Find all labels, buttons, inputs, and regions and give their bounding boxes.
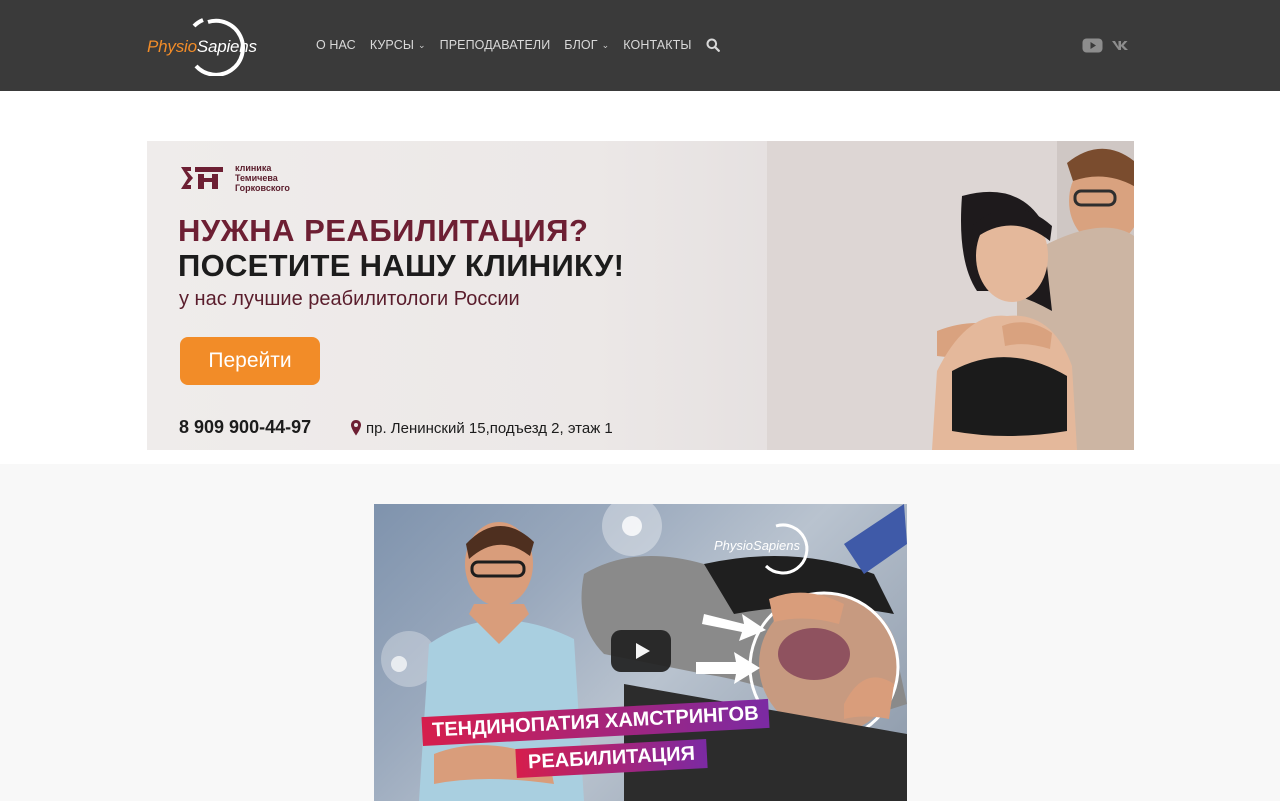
clinic-name: клиника Темичева Горковского <box>235 163 290 193</box>
clinic-ad-banner[interactable]: клиника Темичева Горковского НУЖНА РЕАБИ… <box>147 141 1134 450</box>
nav-item-blog[interactable]: БЛОГ ⌄ <box>564 38 609 52</box>
video-player[interactable]: PhysioSapiens ТЕНДИНОПАТИЯ ХАМСТРИНГОВ Р… <box>374 504 907 801</box>
nav-item-label: О НАС <box>316 38 356 52</box>
play-button[interactable] <box>611 630 671 672</box>
location-pin-icon <box>351 420 361 436</box>
vk-icon[interactable] <box>1111 36 1132 54</box>
clinic-address: пр. Ленинский 15,подъезд 2, этаж 1 <box>366 420 613 437</box>
chevron-down-icon: ⌄ <box>601 39 610 50</box>
clinic-logo-icon <box>181 167 223 189</box>
logo-text-physio: Physio <box>147 37 197 56</box>
video-logo-text: PhysioSapiens <box>714 538 800 553</box>
chevron-down-icon: ⌄ <box>417 39 426 50</box>
nav-item-courses[interactable]: КУРСЫ ⌄ <box>370 38 426 52</box>
main-nav: О НАС КУРСЫ ⌄ ПРЕПОДАВАТЕЛИ БЛОГ ⌄ КОНТАКТ… <box>316 36 721 54</box>
search-icon[interactable] <box>706 38 721 52</box>
banner-section: клиника Темичева Горковского НУЖНА РЕАБИ… <box>0 91 1280 464</box>
site-header: PhysioSapiens О НАС КУРСЫ ⌄ ПРЕПОДАВАТЕЛИ… <box>0 0 1280 91</box>
nav-item-teachers[interactable]: ПРЕПОДАВАТЕЛИ <box>440 38 551 52</box>
youtube-icon[interactable] <box>1082 36 1103 54</box>
banner-headline-secondary: ПОСЕТИТЕ НАШУ КЛИНИКУ! <box>178 248 625 283</box>
site-logo[interactable]: PhysioSapiens <box>146 14 272 76</box>
banner-headline: НУЖНА РЕАБИЛИТАЦИЯ? <box>178 213 589 248</box>
nav-item-label: КУРСЫ <box>369 38 414 52</box>
nav-item-about[interactable]: О НАС <box>316 38 356 52</box>
nav-item-label: ПРЕПОДАВАТЕЛИ <box>439 38 551 52</box>
nav-item-label: БЛОГ <box>564 38 598 52</box>
logo-text-sapiens: Sapiens <box>196 37 257 56</box>
banner-subline: у нас лучшие реабилитологи России <box>179 288 520 310</box>
clinic-logo: клиника Темичева Горковского <box>179 163 309 193</box>
clinic-phone: 8 909 900-44-97 <box>179 417 312 437</box>
banner-photo <box>767 141 1134 450</box>
nav-item-label: КОНТАКТЫ <box>623 38 692 52</box>
go-button[interactable]: Перейти <box>180 337 320 385</box>
nav-item-contacts[interactable]: КОНТАКТЫ <box>623 38 691 52</box>
